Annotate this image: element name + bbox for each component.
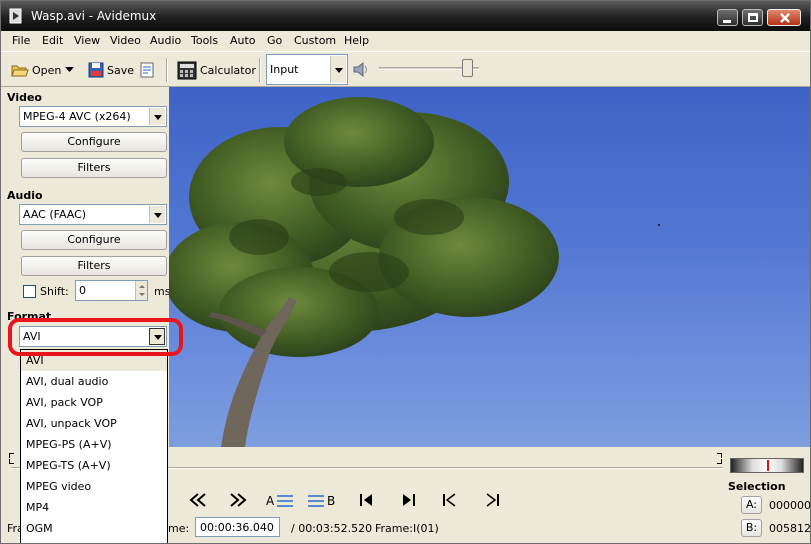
spin-updown-icon[interactable]: [135, 281, 147, 300]
calculator-icon: [177, 61, 197, 79]
input-output-combo[interactable]: Input: [266, 54, 348, 85]
video-filters-button[interactable]: Filters: [21, 158, 167, 178]
minimize-button[interactable]: [717, 9, 738, 26]
go-to-start-icon[interactable]: [439, 493, 461, 507]
video-frame-tree: [169, 97, 661, 447]
close-icon: [780, 13, 790, 23]
toolbar-separator: [166, 58, 168, 82]
maximize-icon: [748, 13, 758, 22]
close-button[interactable]: [767, 9, 801, 26]
menu-audio[interactable]: Audio: [150, 34, 181, 47]
marker-corner: [9, 459, 14, 464]
marker-corner: [717, 453, 722, 458]
video-section-title: Video: [7, 91, 42, 104]
shift-checkbox[interactable]: [23, 285, 36, 298]
audio-codec-value: AAC (FAAC): [23, 208, 87, 221]
input-combo-value: Input: [270, 63, 299, 76]
current-time-value: 00:00:36.040: [200, 521, 274, 534]
format-option-mpeg-ps[interactable]: MPEG-PS (A+V): [21, 434, 167, 455]
next-keyframe-icon[interactable]: [397, 493, 419, 507]
chevron-down-icon: [330, 56, 346, 83]
menu-file[interactable]: File: [12, 34, 30, 47]
calculator-label: Calculator: [200, 63, 256, 77]
title-bar: Wasp.avi - Avidemux: [1, 1, 810, 31]
marker-corner: [9, 453, 14, 458]
menu-auto[interactable]: Auto: [230, 34, 256, 47]
chevron-down-icon: [149, 108, 165, 125]
selection-b-button[interactable]: B:: [741, 519, 762, 537]
audio-filters-button[interactable]: Filters: [21, 256, 167, 276]
video-codec-select[interactable]: MPEG-4 AVC (x264): [19, 106, 167, 127]
svg-text:A: A: [266, 494, 275, 507]
menu-custom[interactable]: Custom: [294, 34, 336, 47]
selection-title: Selection: [728, 480, 786, 493]
avidemux-app-icon: [9, 8, 22, 24]
speaker-icon: [353, 62, 367, 77]
window-title: Wasp.avi - Avidemux: [31, 9, 157, 23]
format-dropdown-list: AVI AVI, dual audio AVI, pack VOP AVI, u…: [20, 349, 168, 543]
rewind-icon[interactable]: [187, 493, 209, 507]
open-dropdown-arrow-icon[interactable]: [65, 67, 74, 73]
format-highlight-annotation: [8, 318, 183, 356]
selection-a-button[interactable]: A:: [741, 496, 762, 514]
video-preview: [169, 87, 810, 447]
shift-unit: ms: [154, 285, 171, 298]
menu-edit[interactable]: Edit: [42, 34, 63, 47]
maximize-button[interactable]: [742, 9, 763, 26]
jog-shuttle[interactable]: [730, 458, 804, 473]
format-option-mpeg-ts[interactable]: MPEG-TS (A+V): [21, 455, 167, 476]
marker-corner: [717, 459, 722, 464]
toolbar-separator: [259, 58, 261, 82]
previous-keyframe-icon[interactable]: [356, 493, 378, 507]
volume-slider-thumb[interactable]: [462, 59, 473, 77]
menu-bar: File Edit View Video Audio Tools Auto Go…: [1, 31, 810, 50]
menu-help[interactable]: Help: [344, 34, 369, 47]
format-option-avi-pack-vop[interactable]: AVI, pack VOP: [21, 392, 167, 413]
jog-indicator: [767, 460, 769, 471]
save-label: Save: [107, 63, 135, 77]
chevron-down-icon: [149, 206, 165, 223]
format-option-avi-dual-audio[interactable]: AVI, dual audio: [21, 371, 167, 392]
properties-button[interactable]: [139, 60, 155, 80]
save-button[interactable]: Save: [88, 60, 134, 80]
calculator-button[interactable]: Calculator: [177, 60, 256, 80]
folder-open-icon: [11, 65, 29, 76]
audio-codec-select[interactable]: AAC (FAAC): [19, 204, 167, 225]
menu-tools[interactable]: Tools: [191, 34, 218, 47]
audio-section-title: Audio: [7, 189, 43, 202]
set-marker-b-icon[interactable]: B: [307, 493, 339, 507]
selection-b-value: 005812: [769, 522, 811, 535]
minimize-icon: [723, 20, 731, 23]
svg-text:B: B: [327, 494, 335, 507]
total-time: / 00:03:52.520: [291, 522, 373, 535]
set-marker-a-icon[interactable]: A: [265, 493, 295, 507]
video-configure-button[interactable]: Configure: [21, 132, 167, 152]
video-codec-value: MPEG-4 AVC (x264): [23, 110, 131, 123]
save-icon: [88, 62, 104, 78]
time-label: me:: [168, 522, 190, 535]
shift-value: 0: [79, 284, 86, 297]
menu-video[interactable]: Video: [110, 34, 141, 47]
avidemux-window: Wasp.avi - Avidemux File Edit View Video…: [0, 0, 811, 544]
properties-icon: [140, 62, 154, 78]
audio-configure-button[interactable]: Configure: [21, 230, 167, 250]
fast-forward-icon[interactable]: [227, 493, 249, 507]
open-label: Open: [32, 63, 62, 77]
format-option-avi-unpack-vop[interactable]: AVI, unpack VOP: [21, 413, 167, 434]
selection-a-value: 000000: [769, 499, 811, 512]
go-to-end-icon[interactable]: [481, 493, 503, 507]
format-option-mpeg-video[interactable]: MPEG video: [21, 476, 167, 497]
menu-go[interactable]: Go: [267, 34, 282, 47]
shift-spinbox[interactable]: 0: [75, 280, 148, 301]
shift-label: Shift:: [40, 285, 69, 298]
frame-info: Frame:I(01): [375, 522, 439, 535]
menu-view[interactable]: View: [74, 34, 100, 47]
format-option-ogm[interactable]: OGM: [21, 518, 167, 539]
format-option-mp4[interactable]: MP4: [21, 497, 167, 518]
current-time-field[interactable]: 00:00:36.040: [195, 517, 280, 537]
open-button[interactable]: Open: [11, 60, 61, 80]
